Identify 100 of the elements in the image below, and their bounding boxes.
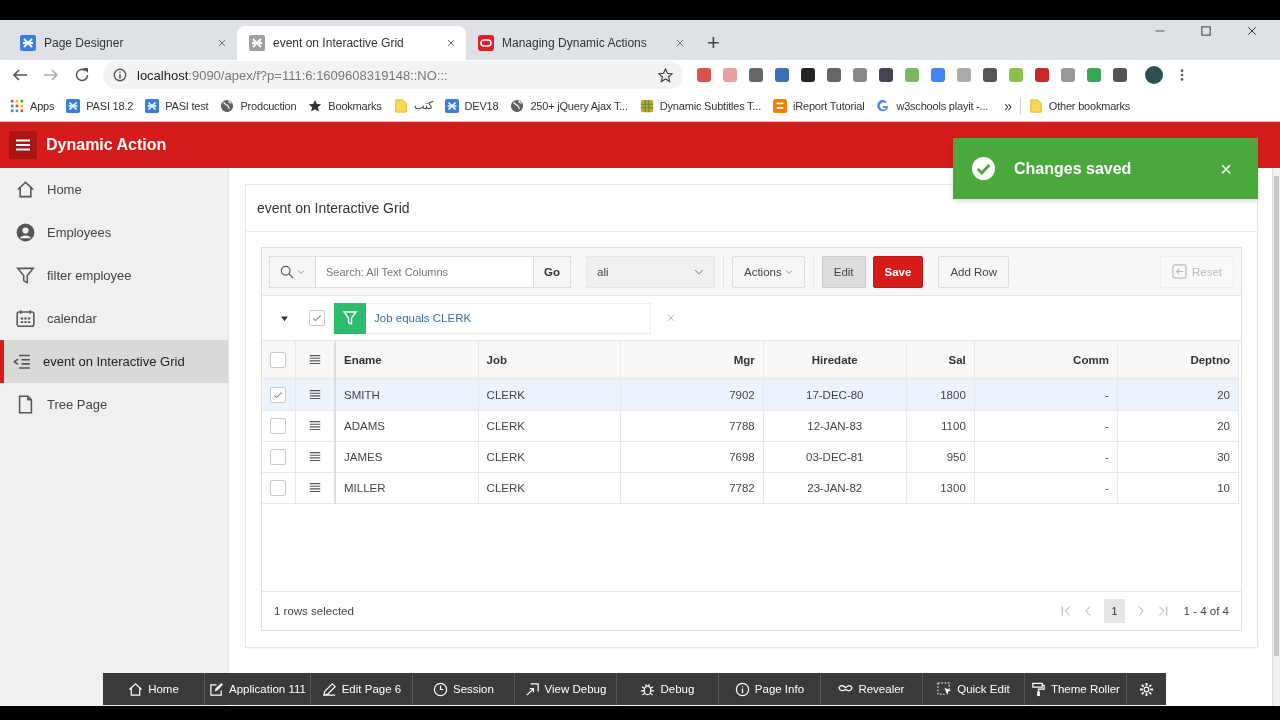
browser-tab[interactable]: Page Designer — [8, 26, 237, 60]
row-checkbox[interactable] — [270, 448, 287, 465]
row-menu-icon[interactable] — [307, 449, 322, 464]
toolbar-button[interactable]: View Debug — [514, 673, 617, 705]
bookmark[interactable]: Other bookmarks — [1028, 98, 1131, 113]
row-menu-icon[interactable] — [307, 418, 322, 433]
extension-icon[interactable] — [775, 68, 789, 82]
column-header[interactable]: Mgr — [620, 341, 764, 379]
sidebar-item[interactable]: calendar — [0, 297, 228, 340]
browser-tab[interactable]: Managing Dynamic Actions — [466, 26, 695, 60]
sidebar-item[interactable]: event on Interactive Grid — [0, 340, 228, 383]
bookmark[interactable]: Apps — [10, 98, 55, 113]
new-tab-button[interactable]: + — [707, 32, 720, 54]
toolbar-button[interactable]: Debug — [616, 673, 719, 705]
extension-icon[interactable] — [1113, 68, 1127, 82]
extension-icon[interactable] — [827, 68, 841, 82]
bookmark[interactable]: DEV18 — [444, 98, 499, 113]
row-menu-icon[interactable] — [307, 480, 322, 495]
external-link-icon — [524, 681, 540, 697]
add-row-button[interactable]: Add Row — [938, 255, 1010, 288]
extension-icon[interactable] — [801, 68, 815, 82]
row-menu-icon[interactable] — [307, 387, 322, 402]
bookmark[interactable]: Prodcuction — [220, 98, 297, 113]
extension-icon[interactable] — [983, 68, 997, 82]
bookmark[interactable]: Dynamic Subtitles T... — [639, 98, 761, 113]
edit-button[interactable]: Edit — [821, 255, 866, 288]
column-header[interactable]: Sal — [906, 341, 975, 379]
toolbar-button[interactable]: Page Info — [718, 673, 821, 705]
home-icon — [128, 681, 144, 697]
reload-icon[interactable] — [74, 67, 90, 83]
table-cell: ADAMS — [335, 410, 479, 441]
sidebar-item[interactable]: filter employee — [0, 254, 228, 297]
column-header[interactable]: Deptno — [1117, 341, 1239, 379]
extension-icon[interactable] — [697, 68, 711, 82]
close-icon[interactable] — [217, 38, 227, 48]
address-bar[interactable]: localhost:9090/apex/f?p=111:6:1609608319148::NO::: — [103, 61, 683, 89]
avatar-icon[interactable] — [1145, 66, 1163, 84]
table-cell: JAMES — [335, 441, 479, 472]
browser-tab[interactable]: event on Interactive Grid — [237, 26, 466, 60]
row-checkbox[interactable] — [270, 386, 287, 403]
row-checkbox[interactable] — [270, 417, 287, 434]
report-select[interactable]: ali — [586, 255, 715, 288]
go-button[interactable]: Go — [533, 255, 571, 288]
table-cell: 30 — [1117, 441, 1239, 472]
toolbar-button[interactable]: Theme Roller — [1024, 673, 1127, 705]
maximize-icon[interactable] — [1200, 25, 1212, 37]
table-cell: CLERK — [478, 441, 621, 472]
folder-icon — [393, 98, 408, 113]
forward-icon[interactable] — [43, 67, 59, 83]
back-icon[interactable] — [12, 67, 28, 83]
table-cell: 23-JAN-82 — [763, 472, 907, 503]
close-icon[interactable] — [675, 38, 685, 48]
close-icon[interactable] — [1246, 25, 1258, 37]
search-field[interactable]: Search: All Text Columns — [316, 255, 533, 288]
table-cell: 1800 — [906, 379, 975, 410]
extension-icon[interactable] — [1035, 68, 1049, 82]
toolbar-button[interactable]: Application 111 — [205, 673, 311, 705]
table-cell: - — [974, 379, 1118, 410]
save-button[interactable]: Save — [872, 255, 924, 288]
toolbar-button[interactable]: Quick Edit — [922, 673, 1025, 705]
table-cell: - — [974, 441, 1118, 472]
bookmark[interactable]: 250+ jQuery Ajax T... — [510, 98, 628, 113]
actions-button[interactable]: Actions — [732, 255, 805, 288]
toolbar-button[interactable]: Session — [412, 673, 515, 705]
last-page-icon[interactable] — [1156, 605, 1169, 617]
toolbar-button[interactable]: Edit Page 6 — [310, 673, 413, 705]
success-icon — [972, 157, 995, 180]
extension-icon[interactable] — [749, 68, 763, 82]
extension-icon[interactable] — [879, 68, 893, 82]
sidebar-item[interactable]: Home — [0, 168, 228, 211]
bookmark[interactable]: iReport Tutorial — [773, 98, 865, 113]
toolbar-button[interactable]: Revealer — [820, 673, 923, 705]
apex-icon — [66, 98, 81, 113]
close-icon[interactable] — [446, 38, 456, 48]
bookmark[interactable]: PASI test — [145, 98, 209, 113]
first-page-icon[interactable] — [1060, 605, 1073, 617]
globe-icon — [510, 98, 525, 113]
bookmark[interactable]: كتب — [393, 98, 433, 113]
bookmark[interactable]: w3schools playit -... — [876, 98, 989, 113]
sidebar-item[interactable]: Employees — [0, 211, 228, 254]
column-header[interactable]: Comm — [974, 341, 1118, 379]
column-header[interactable]: Job — [478, 341, 621, 379]
search-menu-button[interactable] — [269, 255, 316, 288]
star-icon[interactable] — [658, 67, 673, 83]
table-cell: 7788 — [620, 410, 764, 441]
row-menu-icon[interactable] — [307, 352, 322, 367]
toolbar-button[interactable]: Home — [103, 673, 205, 705]
apps-grid-icon — [10, 98, 24, 113]
sidebar-item[interactable]: Tree Page — [0, 383, 228, 426]
menu-button[interactable] — [9, 131, 37, 159]
row-checkbox[interactable] — [270, 479, 287, 496]
remove-filter-icon[interactable] — [666, 313, 676, 323]
column-header[interactable]: Hiredate — [763, 341, 907, 379]
more-bookmarks-button[interactable]: » — [1004, 97, 1021, 114]
bookmark[interactable]: PASI 18.2 — [66, 98, 134, 113]
select-all-checkbox[interactable] — [270, 351, 287, 368]
bookmark[interactable]: Bookmarks — [308, 98, 382, 113]
filter-checkbox[interactable] — [309, 310, 325, 326]
filter-link[interactable]: Job equals CLERK — [374, 312, 472, 324]
page-number[interactable]: 1 — [1104, 599, 1125, 623]
